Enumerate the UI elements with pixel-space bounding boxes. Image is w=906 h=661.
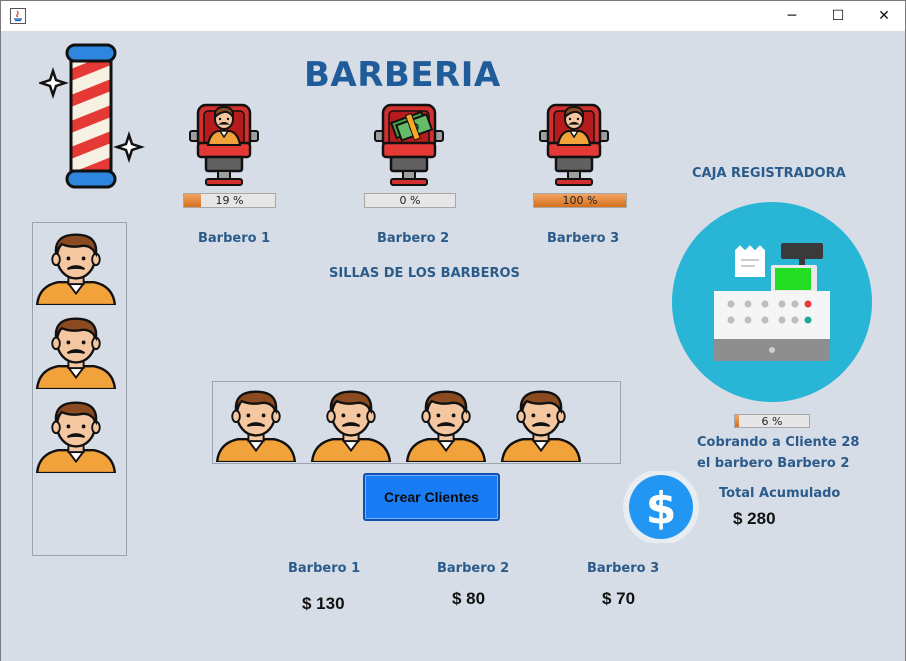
barber-pole-icon [39, 43, 145, 189]
client-icon [35, 233, 117, 307]
queued-client [33, 313, 119, 394]
earnings-barber-1-amount: $ 130 [302, 594, 345, 613]
waiting-client [213, 386, 299, 467]
register-status-line-1: Cobrando a Cliente 28 [697, 435, 860, 450]
title-bar[interactable]: ─ ☐ ✕ [1, 1, 905, 31]
page-title: BARBERIA [304, 55, 501, 95]
register-status-line-2: el barbero Barbero 2 [697, 456, 850, 471]
barber-3-label: Barbero 3 [547, 231, 620, 246]
client-icon [405, 390, 487, 464]
barber-chair-money-icon [374, 103, 444, 186]
barber-1-progress-text: 19 % [215, 194, 244, 207]
queued-client [33, 397, 119, 478]
earnings-barber-1-label: Barbero 1 [288, 561, 361, 576]
waiting-client [308, 386, 394, 467]
barber-2-progress-bar: 0 % [364, 193, 456, 208]
svg-text:$: $ [646, 483, 677, 534]
client-icon [310, 390, 392, 464]
maximize-button[interactable]: ☐ [815, 1, 861, 31]
barber-chair-2 [369, 99, 449, 192]
earnings-barber-2-amount: $ 80 [452, 589, 486, 608]
minimize-button[interactable]: ─ [769, 1, 815, 31]
waiting-client [498, 386, 584, 467]
barber-3-progress-bar: 100 % [533, 193, 627, 208]
barber-2-label: Barbero 2 [377, 231, 450, 246]
client-icon [215, 390, 297, 464]
maximize-icon: ☐ [831, 8, 845, 24]
barber-3-progress-text: 100 % [562, 194, 598, 207]
barber-chair-1 [184, 99, 264, 192]
barber-2-progress-text: 0 % [399, 194, 421, 207]
barber-chair-occupied-icon [189, 103, 259, 186]
queued-client [33, 229, 119, 310]
main-panel: BARBERIA 19 % 0 % 100 % Barbero 1 Barber… [1, 31, 905, 661]
barber-chair-occupied-icon [539, 103, 609, 186]
minimize-icon: ─ [787, 8, 797, 24]
waiting-room-panel [212, 381, 621, 464]
earnings-barber-2-label: Barbero 2 [437, 561, 510, 576]
total-value: $ 280 [733, 509, 776, 528]
barber-1-progress-bar: 19 % [183, 193, 276, 208]
cash-register-icon [672, 202, 872, 402]
register-progress-text: 6 % [761, 415, 783, 428]
register-progress-bar: 6 % [734, 414, 810, 428]
chairs-section-label: SILLAS DE LOS BARBEROS [329, 266, 520, 281]
barber-1-label: Barbero 1 [198, 231, 271, 246]
create-clients-button[interactable]: Crear Clientes [363, 473, 500, 521]
barber-chair-3 [534, 99, 614, 192]
close-icon: ✕ [878, 8, 890, 24]
client-icon [35, 401, 117, 475]
client-icon [35, 317, 117, 391]
register-label: CAJA REGISTRADORA [692, 166, 846, 181]
client-icon [500, 390, 582, 464]
close-button[interactable]: ✕ [861, 1, 906, 31]
client-queue-panel [32, 222, 127, 556]
app-window: ─ ☐ ✕ BARBERIA 19 % 0 % 100 % Barbero 1 … [0, 0, 906, 661]
earnings-barber-3-label: Barbero 3 [587, 561, 660, 576]
dollar-coin-icon: $ [623, 471, 699, 543]
total-label: Total Acumulado [719, 486, 841, 501]
java-icon [10, 8, 26, 24]
waiting-client [403, 386, 489, 467]
earnings-barber-3-amount: $ 70 [602, 589, 636, 608]
